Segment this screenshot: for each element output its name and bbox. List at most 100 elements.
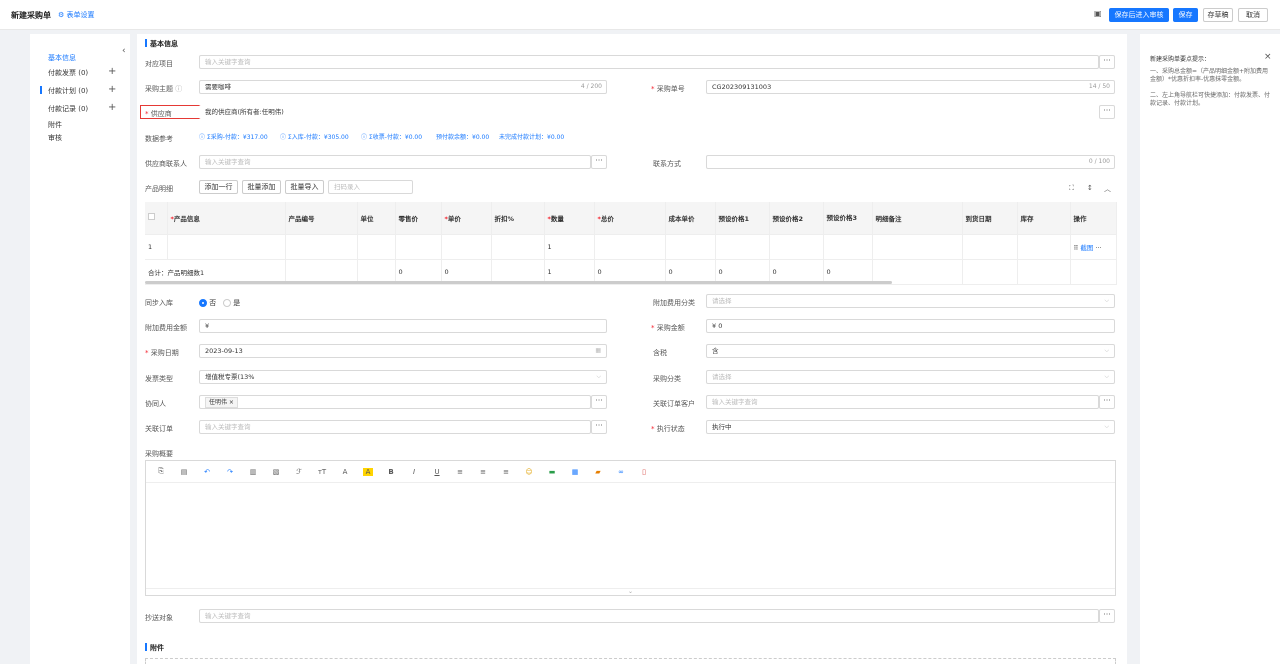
font-family-icon[interactable]: ℱ xyxy=(294,468,304,476)
table-cell[interactable] xyxy=(823,234,873,260)
sync-stock-yes-radio[interactable]: 是 xyxy=(223,298,240,308)
table-h-scrollbar[interactable] xyxy=(145,281,892,284)
col-header[interactable]: *产品信息 xyxy=(167,202,286,235)
ref-purchase-payment[interactable]: ⓘ Σ采购-付款：¥317.00 xyxy=(199,132,268,141)
format-painter-icon[interactable]: ▥ xyxy=(248,468,258,476)
col-header[interactable]: 零售价 xyxy=(395,202,442,235)
project-input[interactable]: 输入关键字查询 xyxy=(199,55,1099,69)
ref-invoice-payment[interactable]: ⓘ Σ收票-付款：¥0.00 xyxy=(361,132,422,141)
table-cell[interactable] xyxy=(491,234,545,260)
collaborator-input[interactable]: 任明伟 × xyxy=(199,395,591,409)
save-draft-button[interactable]: 存草稿 xyxy=(1203,8,1233,22)
bold-icon[interactable]: B xyxy=(386,468,396,476)
nav-item-attachment[interactable]: 附件 xyxy=(48,120,62,130)
table-cell[interactable] xyxy=(441,234,492,260)
row-op-link[interactable]: 截图 xyxy=(1080,244,1093,252)
image-icon[interactable]: ▬ xyxy=(547,468,557,476)
scan-input[interactable]: 扫码录入 xyxy=(328,180,413,194)
invoice-type-select[interactable]: 增值税专票(13% ⌵ xyxy=(199,370,607,384)
clear-format-icon[interactable]: ▧ xyxy=(271,468,281,476)
extra-cost-type-select[interactable]: 请选择 ⌵ xyxy=(706,294,1115,308)
collapse-up-icon[interactable]: ︿ xyxy=(1104,184,1111,194)
table-cell[interactable] xyxy=(395,234,442,260)
col-header[interactable]: 库存 xyxy=(1017,202,1071,235)
col-header[interactable]: 预设价格3 xyxy=(823,202,873,235)
cc-input[interactable]: 输入关键字查询 xyxy=(199,609,1099,623)
table-cell[interactable] xyxy=(357,234,396,260)
row-more-icon[interactable]: ··· xyxy=(1095,244,1101,252)
purchase-category-select[interactable]: 请选择 ⌵ xyxy=(706,370,1115,384)
ref-stock-payment[interactable]: ⓘ Σ入库-付款：¥305.00 xyxy=(280,132,349,141)
ref-unfinished-plan[interactable]: 未完成付款计划：¥0.00 xyxy=(499,132,564,141)
copy-icon[interactable]: ⎘ xyxy=(156,467,166,476)
nav-item-invoice[interactable]: 付款发票 (0) xyxy=(48,68,88,78)
redo-icon[interactable]: ↷ xyxy=(225,468,235,476)
collapse-chevron-icon[interactable]: ‹ xyxy=(122,46,126,56)
col-header[interactable]: 产品编号 xyxy=(285,202,358,235)
add-row-button[interactable]: 添加一行 xyxy=(199,180,238,194)
attachment-dropzone[interactable] xyxy=(145,658,1116,664)
sync-stock-no-radio[interactable]: 否 xyxy=(199,298,216,308)
table-cell[interactable] xyxy=(594,234,666,260)
contact-more-button[interactable]: ··· xyxy=(591,155,607,169)
link-icon[interactable]: ∞ xyxy=(616,468,626,476)
nav-item-audit[interactable]: 审核 xyxy=(48,133,62,143)
contact-method-input[interactable]: 0 / 100 xyxy=(706,155,1115,169)
project-more-button[interactable]: ··· xyxy=(1099,55,1115,69)
related-customer-more-button[interactable]: ··· xyxy=(1099,395,1115,409)
close-icon[interactable]: × xyxy=(1264,52,1272,62)
related-customer-input[interactable]: 输入关键字查询 xyxy=(706,395,1099,409)
supplier-more-button[interactable]: ··· xyxy=(1099,105,1115,119)
col-header[interactable]: 预设价格2 xyxy=(769,202,824,235)
save-button[interactable]: 保存 xyxy=(1173,8,1198,22)
supplier-input[interactable]: 我的供应商(所有者:任明伟) xyxy=(199,105,1099,119)
nav-item-basic-info[interactable]: 基本信息 xyxy=(48,53,76,63)
cc-more-button[interactable]: ··· xyxy=(1099,609,1115,623)
col-header[interactable]: 折扣% xyxy=(491,202,545,235)
editor-resize-handle[interactable]: ⌄ xyxy=(146,588,1115,595)
cancel-button[interactable]: 取消 xyxy=(1238,8,1268,22)
nav-item-payment-plan[interactable]: 付款计划 (0) xyxy=(48,86,88,96)
batch-import-button[interactable]: 批量导入 xyxy=(285,180,324,194)
contact-input[interactable]: 输入关键字查询 xyxy=(199,155,591,169)
summary-editor[interactable]: ⎘ ▤ ↶ ↷ ▥ ▧ ℱ тT A A B I U ≡ ≡ ≡ ☺ ▬ ▦ ▰… xyxy=(145,460,1116,596)
ref-prepay-balance[interactable]: 预付款余额：¥0.00 xyxy=(436,132,489,141)
emoji-icon[interactable]: ☺ xyxy=(524,468,534,476)
tax-select[interactable]: 含 ⌵ xyxy=(706,344,1115,358)
col-header[interactable]: *单价 xyxy=(441,202,492,235)
attachment-icon[interactable]: ▯ xyxy=(639,468,649,476)
align-left-icon[interactable]: ≡ xyxy=(455,468,465,476)
collaborator-more-button[interactable]: ··· xyxy=(591,395,607,409)
add-payment-plan-icon[interactable]: + xyxy=(108,85,116,95)
table-cell[interactable] xyxy=(769,234,824,260)
table-cell[interactable] xyxy=(872,234,963,260)
table-cell[interactable] xyxy=(665,234,716,260)
subject-input[interactable]: 需要咖啡 4 / 200 xyxy=(199,80,607,94)
undo-icon[interactable]: ↶ xyxy=(202,468,212,476)
save-and-audit-button[interactable]: 保存后进入审核 xyxy=(1109,8,1169,22)
table-icon[interactable]: ▦ xyxy=(570,468,580,476)
order-no-input[interactable]: CG202309131003 14 / 50 xyxy=(706,80,1115,94)
table-cell[interactable] xyxy=(1017,234,1071,260)
table-cell[interactable] xyxy=(962,234,1018,260)
drag-handle-icon[interactable]: ⠿ xyxy=(1074,244,1079,252)
add-invoice-icon[interactable]: + xyxy=(108,67,116,77)
col-header[interactable]: 预设价格1 xyxy=(715,202,770,235)
highlight-icon[interactable]: A xyxy=(363,467,373,476)
table-cell[interactable] xyxy=(285,234,358,260)
col-header[interactable]: 单位 xyxy=(357,202,396,235)
select-all-checkbox[interactable] xyxy=(145,202,168,235)
related-order-input[interactable]: 输入关键字查询 xyxy=(199,420,591,434)
font-size-icon[interactable]: тT xyxy=(317,468,327,476)
paste-icon[interactable]: ▤ xyxy=(179,468,189,476)
print-icon[interactable]: ▣ xyxy=(1094,9,1102,18)
purchase-date-input[interactable]: 2023-09-13 ▦ xyxy=(199,344,607,358)
col-header[interactable]: *数量 xyxy=(544,202,595,235)
cell-qty[interactable]: 1 xyxy=(544,234,595,260)
nav-item-payment-record[interactable]: 付款记录 (0) xyxy=(48,104,88,114)
extra-cost-amount-input[interactable]: ¥ xyxy=(199,319,607,333)
align-center-icon[interactable]: ≡ xyxy=(478,468,488,476)
sort-icon[interactable]: ↕ xyxy=(1087,184,1093,192)
col-header[interactable]: *总价 xyxy=(594,202,666,235)
align-right-icon[interactable]: ≡ xyxy=(501,468,511,476)
